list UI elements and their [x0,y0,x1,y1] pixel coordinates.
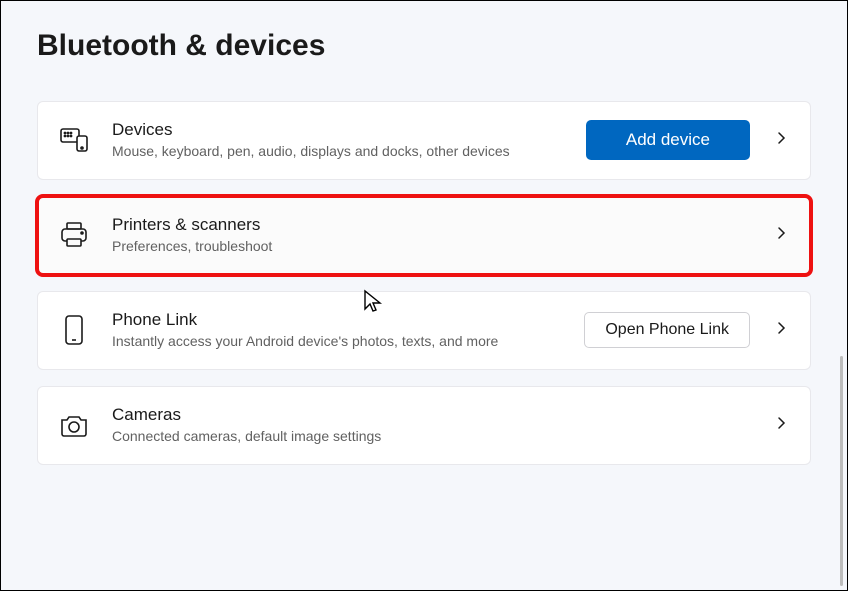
phone-link-title: Phone Link [112,310,570,330]
printers-subtitle: Preferences, troubleshoot [112,237,736,256]
chevron-right-icon [774,321,788,340]
phone-icon [60,316,88,344]
add-device-button[interactable]: Add device [586,120,750,160]
chevron-right-icon [774,131,788,150]
cameras-row[interactable]: Cameras Connected cameras, default image… [37,386,811,465]
open-phone-link-button[interactable]: Open Phone Link [584,312,750,348]
printers-scanners-row[interactable]: Printers & scanners Preferences, trouble… [37,196,811,275]
page-title: Bluetooth & devices [37,29,811,63]
chevron-right-icon [774,226,788,245]
camera-icon [60,411,88,439]
phone-link-row[interactable]: Phone Link Instantly access your Android… [37,291,811,370]
chevron-right-icon [774,416,788,435]
scrollbar[interactable] [840,356,843,586]
cameras-subtitle: Connected cameras, default image setting… [112,427,736,446]
cameras-title: Cameras [112,405,736,425]
printers-title: Printers & scanners [112,215,736,235]
devices-icon [60,126,88,154]
devices-row[interactable]: Devices Mouse, keyboard, pen, audio, dis… [37,101,811,180]
devices-title: Devices [112,120,572,140]
printer-icon [60,221,88,249]
devices-subtitle: Mouse, keyboard, pen, audio, displays an… [112,142,572,161]
phone-link-subtitle: Instantly access your Android device's p… [112,332,570,351]
